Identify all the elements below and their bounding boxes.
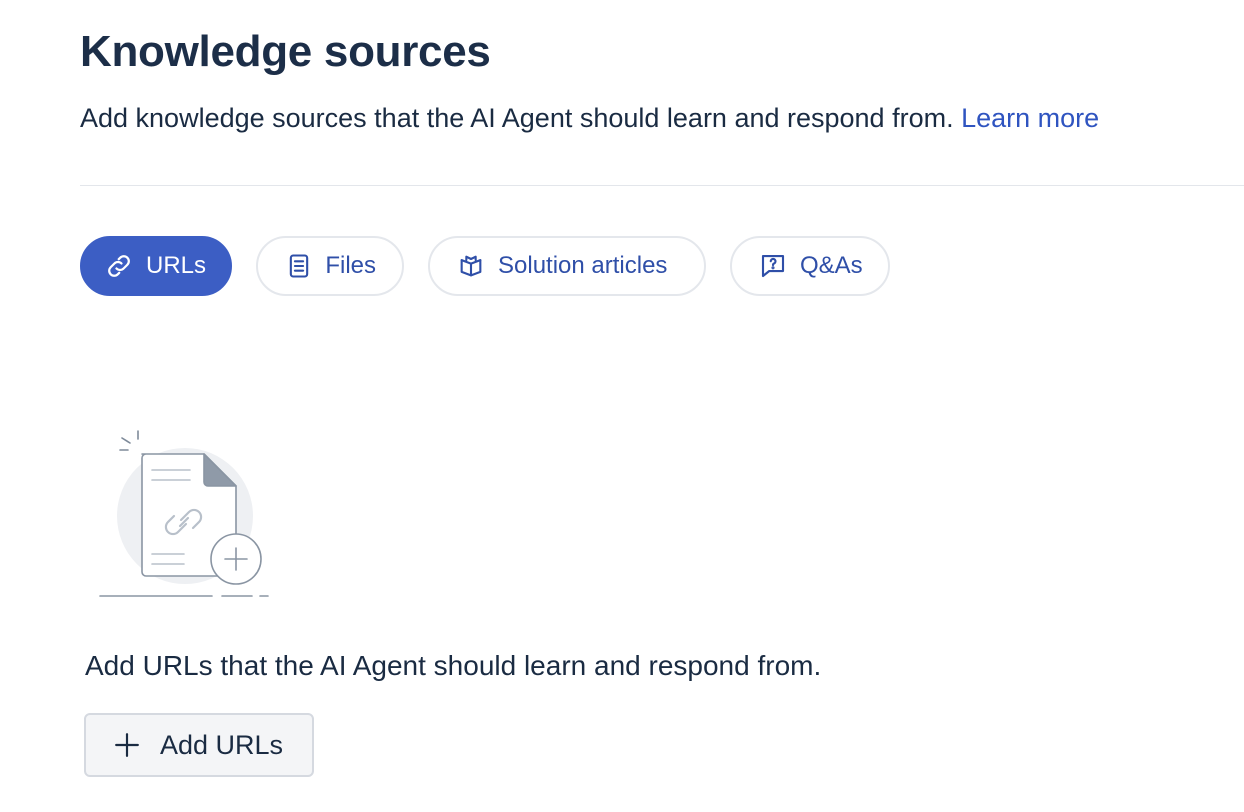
document-icon bbox=[284, 251, 313, 281]
page-title: Knowledge sources bbox=[80, 27, 491, 76]
tab-solution-articles-label: Solution articles bbox=[498, 252, 668, 279]
document-link-add-icon bbox=[94, 428, 274, 604]
link-icon bbox=[104, 251, 134, 281]
page-subtitle: Add knowledge sources that the AI Agent … bbox=[80, 100, 1099, 136]
source-type-tabs: URLs Files Solution articles Q&As bbox=[80, 236, 890, 296]
add-urls-button[interactable]: Add URLs bbox=[84, 713, 314, 777]
tab-qas-label: Q&As bbox=[800, 252, 863, 279]
add-urls-label: Add URLs bbox=[160, 729, 284, 760]
tab-files-label: Files bbox=[325, 252, 376, 279]
tab-solution-articles[interactable]: Solution articles bbox=[428, 236, 706, 296]
tab-qas[interactable]: Q&As bbox=[730, 236, 890, 296]
subtitle-text: Add knowledge sources that the AI Agent … bbox=[80, 103, 954, 133]
tab-urls[interactable]: URLs bbox=[80, 236, 232, 296]
empty-state-message: Add URLs that the AI Agent should learn … bbox=[85, 650, 822, 681]
learn-more-link[interactable]: Learn more bbox=[961, 103, 1099, 133]
knowledge-sources-page: Knowledge sources Add knowledge sources … bbox=[0, 0, 1244, 812]
tab-urls-label: URLs bbox=[146, 252, 207, 279]
plus-icon bbox=[114, 732, 140, 758]
book-icon bbox=[456, 251, 486, 281]
chat-question-icon bbox=[758, 251, 788, 281]
header-divider bbox=[80, 185, 1244, 186]
tab-files[interactable]: Files bbox=[256, 236, 404, 296]
